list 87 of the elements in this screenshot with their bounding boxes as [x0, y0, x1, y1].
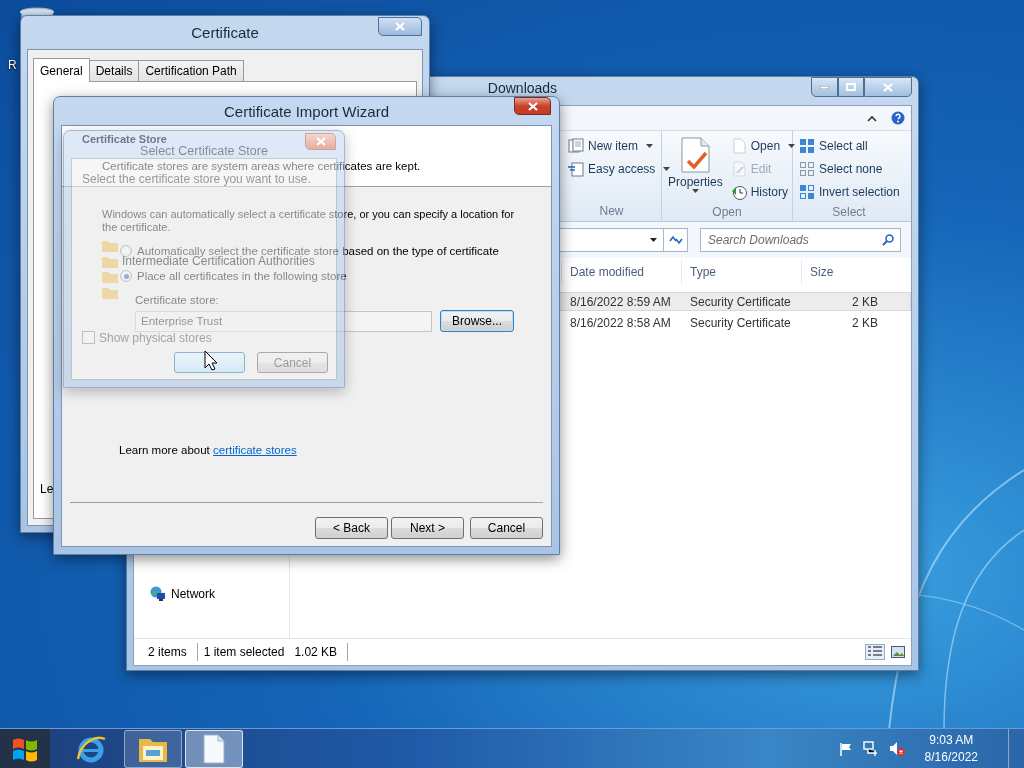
refresh-icon [668, 235, 683, 245]
desktop-icon-label: R [8, 58, 17, 72]
item-count: 2 items [142, 643, 198, 661]
collapse-ribbon-icon [867, 114, 877, 122]
browse-button[interactable]: Browse... [440, 310, 514, 332]
minimize-icon [820, 85, 829, 89]
tab[interactable]: General [33, 58, 90, 82]
close-icon [395, 22, 405, 31]
tab[interactable]: Certification Path [138, 60, 244, 81]
search-icon [882, 234, 894, 246]
select-all-icon [799, 138, 815, 154]
search-input[interactable]: Search Downloads [708, 233, 858, 247]
close-button[interactable] [378, 17, 422, 36]
instruction-text: Select the certificate store you want to use. [82, 173, 311, 185]
close-button[interactable] [514, 97, 551, 115]
confirm-button[interactable] [174, 352, 245, 373]
flag-icon [838, 741, 853, 756]
group-label: Select [832, 204, 866, 219]
dialog-title: Select Certificate Store [140, 145, 268, 157]
date-cell-text: 8/16/2022 8:58 AM [569, 315, 672, 330]
wizard-button[interactable]: Next > [391, 517, 464, 539]
help-link[interactable]: certificate stores [213, 444, 297, 456]
selection-info: 1 item selected [202, 644, 286, 661]
maximize-button[interactable] [838, 77, 864, 97]
tab[interactable]: Details [88, 60, 140, 81]
wizard-button[interactable]: < Back [315, 517, 388, 539]
help-icon [891, 111, 905, 125]
column-header[interactable]: Type [681, 260, 801, 284]
column-header[interactable]: Size [801, 260, 881, 284]
clock-time: 9:03 AM [929, 731, 974, 749]
wizard-button[interactable]: Cancel [470, 517, 543, 539]
invert-selection-icon [799, 184, 815, 200]
document-icon [730, 138, 747, 154]
window-title: Downloads [487, 81, 558, 96]
properties-icon [679, 137, 712, 173]
search-field[interactable]: Search Downloads [700, 228, 901, 252]
taskbar-button[interactable] [124, 729, 182, 768]
nav-item[interactable]: Network [171, 587, 215, 601]
field-label: Certificate store: [135, 294, 219, 306]
close-button[interactable] [864, 77, 912, 97]
start-button[interactable] [0, 728, 50, 768]
speaker-muted-icon [888, 740, 905, 757]
refresh-button[interactable] [664, 228, 688, 252]
ribbon-button[interactable]: Select all [797, 135, 902, 157]
minimize-button[interactable] [811, 77, 838, 97]
size-cell-text: 2 KB [851, 294, 879, 309]
cursor-icon [204, 350, 217, 371]
column-header[interactable]: Date modified [561, 260, 681, 284]
folder-icon [102, 286, 118, 300]
edit-icon [730, 161, 747, 177]
folder-icon [102, 239, 118, 253]
details-view-icon [868, 646, 882, 658]
history-icon [730, 184, 747, 200]
window-title: Certificate [191, 24, 259, 41]
page-heading: Certificate Store [82, 133, 167, 145]
group-label: Open [712, 204, 742, 219]
thumbnail-view-button[interactable] [889, 644, 907, 660]
type-cell-text: Security Certificate [689, 294, 792, 309]
ribbon-button[interactable]: Open [728, 135, 798, 157]
folder-icon [102, 270, 118, 284]
folder-icon [102, 254, 118, 268]
details-view-button[interactable] [865, 644, 885, 660]
document-icon [202, 733, 226, 764]
type-cell-text: Security Certificate [689, 315, 792, 330]
maximize-icon [846, 83, 856, 91]
date-cell-text: 8/16/2022 8:59 AM [569, 294, 672, 309]
taskbar-button[interactable] [185, 729, 243, 768]
window-title: Certificate Import Wizard [223, 102, 389, 120]
panel-text: Le [40, 482, 54, 496]
close-icon [527, 101, 538, 111]
close-icon [315, 137, 326, 146]
easy-access-icon [568, 161, 584, 177]
dropdown-icon [650, 238, 657, 242]
ribbon-button[interactable]: Invert selection [797, 181, 902, 203]
size-cell-text: 2 KB [851, 315, 879, 330]
help-text: Learn more about certificate stores [119, 444, 297, 456]
picture-view-icon [891, 646, 905, 658]
close-icon [883, 82, 893, 92]
network-icon [862, 741, 879, 756]
ribbon-button[interactable]: Select none [797, 158, 902, 180]
ribbon-button[interactable]: History [728, 181, 798, 203]
network-icon [150, 586, 166, 602]
selection-size: 1.02 KB [288, 643, 349, 661]
group-label: New [599, 203, 624, 218]
clock-date: 8/16/2022 [924, 748, 978, 766]
select-none-icon [799, 161, 815, 177]
new-item-icon [568, 138, 584, 154]
